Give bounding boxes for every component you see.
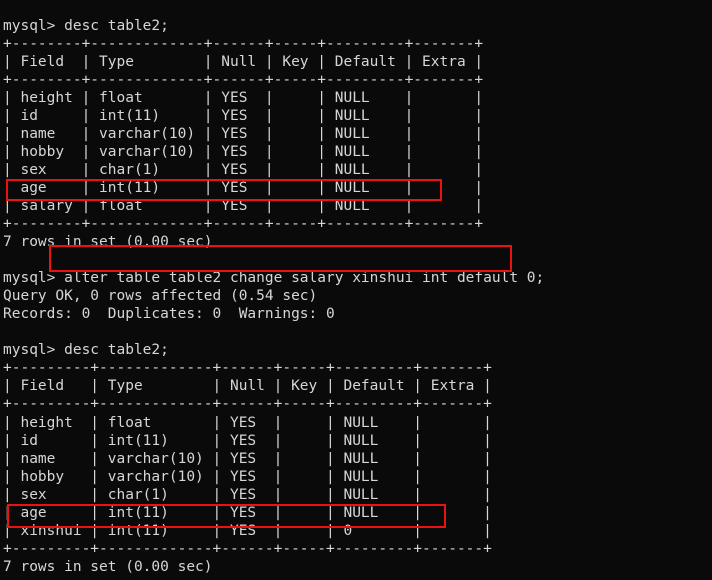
terminal-window[interactable]: mysql> desc table2; +--------+----------… — [0, 0, 712, 580]
terminal-output: mysql> desc table2; +--------+----------… — [3, 17, 545, 575]
